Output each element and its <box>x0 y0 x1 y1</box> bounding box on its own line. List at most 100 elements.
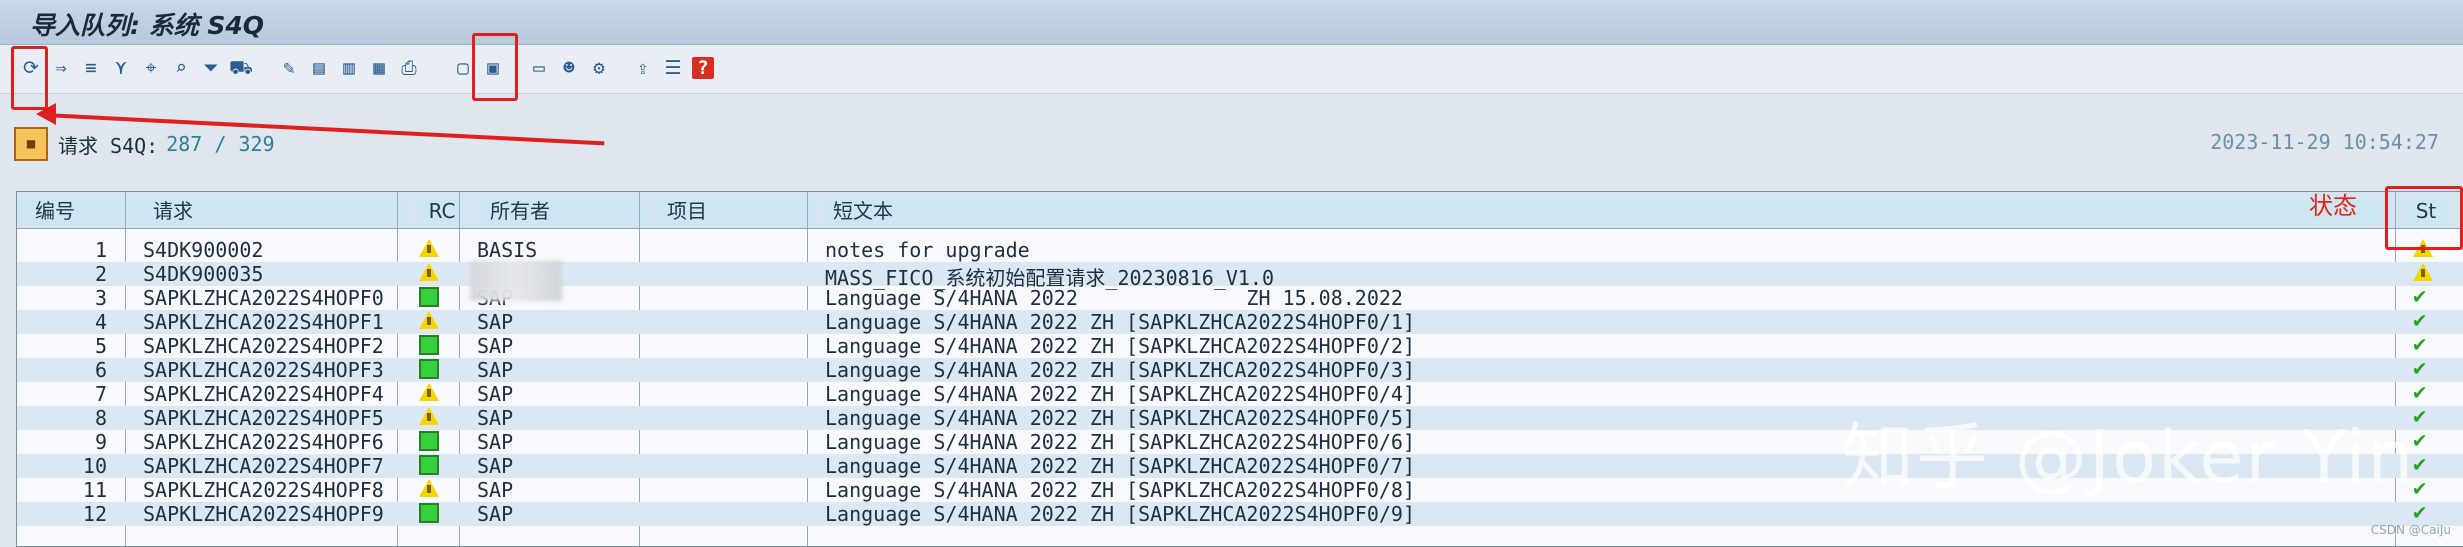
request-id[interactable]: SAPKLZHCA2022S4HOPF2 <box>143 334 384 358</box>
check-icon: ✔ <box>2413 332 2427 357</box>
redaction-blur <box>470 261 562 301</box>
row-number: 11 <box>82 478 107 502</box>
row-number: 12 <box>82 502 107 526</box>
truck-doc-icon[interactable]: ▦ <box>366 55 392 81</box>
short-text: notes for upgrade <box>825 238 1030 262</box>
check-icon: ✔ <box>2413 452 2427 477</box>
check-icon: ✔ <box>2413 404 2427 429</box>
row-number: 1 <box>94 238 107 262</box>
request-id[interactable]: SAPKLZHCA2022S4HOPF1 <box>143 310 384 334</box>
owner: SAP <box>477 406 514 430</box>
row-number: 10 <box>82 454 107 478</box>
help-icon[interactable]: ? <box>692 57 714 79</box>
status-ok-icon <box>419 431 439 451</box>
request-id[interactable]: SAPKLZHCA2022S4HOPF6 <box>143 430 384 454</box>
request-id[interactable]: SAPKLZHCA2022S4HOPF9 <box>143 502 384 526</box>
owner: SAP <box>477 310 514 334</box>
request-id[interactable]: SAPKLZHCA2022S4HOPF7 <box>143 454 384 478</box>
table-header: 编号 请求 RC 所有者 项目 短文本 St <box>17 192 2463 229</box>
request-summary: ■ 请求 S4Q: 287 / 329 <box>14 126 275 162</box>
check-icon: ✔ <box>2413 356 2427 381</box>
request-id[interactable]: SAPKLZHCA2022S4HOPF5 <box>143 406 384 430</box>
status-ok-icon <box>419 455 439 475</box>
edit-icon[interactable]: ✎ <box>276 55 302 81</box>
check-icon: ✔ <box>2413 308 2427 333</box>
request-id[interactable]: S4DK900035 <box>143 262 263 286</box>
table-row[interactable]: 4 SAPKLZHCA2022S4HOPF1 SAP Language S/4HANA… <box>17 310 2463 334</box>
table-row[interactable]: 6 SAPKLZHCA2022S4HOPF3 SAP Language S/4HANA… <box>17 358 2463 382</box>
status-annotation: 状态 <box>2309 192 2357 220</box>
header-project[interactable]: 项目 <box>657 199 817 223</box>
request-id[interactable]: SAPKLZHCA2022S4HOPF0 <box>143 286 384 310</box>
request-id[interactable]: S4DK900002 <box>143 238 263 262</box>
header-owner[interactable]: 所有者 <box>480 199 650 223</box>
import-icon[interactable]: ⇒ <box>48 55 74 81</box>
warning-icon <box>419 407 439 425</box>
truck-icon[interactable]: ⛟ <box>228 55 254 81</box>
row-number: 3 <box>94 286 107 310</box>
print-icon[interactable]: ⎙ <box>396 55 422 81</box>
status-warning-icon <box>2413 263 2435 283</box>
short-text: Language S/4HANA 2022 ZH [SAPKLZHCA2022S… <box>825 406 1416 430</box>
funnel-icon[interactable]: ⏷ <box>198 55 224 81</box>
short-text: Language S/4HANA 2022 ZH [SAPKLZHCA2022S… <box>825 358 1416 382</box>
transport-icon[interactable]: ≡ <box>78 55 104 81</box>
monitor-icon[interactable]: ▭ <box>526 55 552 81</box>
refresh-highlight-box <box>11 46 48 110</box>
status-ok-icon <box>419 503 439 523</box>
row-number: 9 <box>94 430 107 454</box>
transport-highlight-box <box>472 33 518 101</box>
watermark: 知乎 @Joker Yin <box>1842 415 2416 499</box>
list-icon[interactable]: ☰ <box>660 55 686 81</box>
doc-list-icon[interactable]: ▥ <box>336 55 362 81</box>
status-ok-icon <box>419 359 439 379</box>
request-id[interactable]: SAPKLZHCA2022S4HOPF3 <box>143 358 384 382</box>
request-id[interactable]: SAPKLZHCA2022S4HOPF8 <box>143 478 384 502</box>
warning-icon <box>419 263 439 281</box>
summary-label: 请求 S4Q: <box>58 133 159 158</box>
search-icon[interactable]: ⌕ <box>168 55 194 81</box>
short-text: Language S/4HANA 2022 ZH [SAPKLZHCA2022S… <box>825 310 1416 334</box>
table-row[interactable]: 3SAPKLZHCA2022S4HOPF0SAPLanguage S/4HANA… <box>17 284 2463 311</box>
title-bar: 导入队列: 系统 S4Q <box>0 0 2463 45</box>
short-text: Language S/4HANA 2022 ZH [SAPKLZHCA2022S… <box>825 430 1416 454</box>
row-number: 7 <box>94 382 107 406</box>
row-number: 6 <box>94 358 107 382</box>
warning-icon <box>419 479 439 497</box>
warning-icon <box>419 311 439 329</box>
filter-icon[interactable]: ⋎ <box>108 55 134 81</box>
table-row[interactable]: 1 S4DK900002 BASIS notes for upgrade <box>17 238 2463 262</box>
owner: SAP <box>477 334 514 358</box>
settings-icon[interactable]: ⚙ <box>586 55 612 81</box>
table-row[interactable]: 12 SAPKLZHCA2022S4HOPF9 SAP Language S/4HAN… <box>17 502 2463 526</box>
annotation-arrow-head <box>36 103 56 125</box>
check-icon: ✔ <box>2413 284 2427 309</box>
select-icon[interactable]: ⌖ <box>138 55 164 81</box>
header-request[interactable]: 请求 <box>143 199 405 223</box>
header-rc[interactable]: RC <box>421 199 463 223</box>
header-short-text[interactable]: 短文本 <box>825 199 2383 223</box>
status-ok-icon <box>419 287 439 307</box>
row-number: 5 <box>94 334 107 358</box>
owner: SAP <box>477 478 514 502</box>
short-text: Language S/4HANA 2022 ZH [SAPKLZHCA2022S… <box>825 502 1416 526</box>
warning-icon <box>419 383 439 401</box>
row-number: 4 <box>94 310 107 334</box>
timestamp: 2023-11-29 10:54:27 <box>2210 130 2439 154</box>
check-icon: ✔ <box>2413 428 2427 453</box>
user-icon[interactable]: ☻ <box>556 55 582 81</box>
status-ok-icon <box>419 335 439 355</box>
warning-icon <box>419 239 439 257</box>
document-icon[interactable]: ▤ <box>306 55 332 81</box>
table-row[interactable]: 5 SAPKLZHCA2022S4HOPF2 SAP Language S/4HANA… <box>17 332 2463 359</box>
table-row[interactable]: 2 S4DK900035 MASS_FICO_系统初始配置请求_20230816_V… <box>17 262 2463 290</box>
summary-count: 287 / 329 <box>166 132 275 156</box>
owner: SAP <box>477 502 514 526</box>
short-text: Language S/4HANA 2022 ZH [SAPKLZHCA2022S… <box>825 454 1416 478</box>
row-number: 8 <box>94 406 107 430</box>
request-id[interactable]: SAPKLZHCA2022S4HOPF4 <box>143 382 384 406</box>
owner: SAP <box>477 382 514 406</box>
request-icon: ■ <box>14 127 48 161</box>
owner: SAP <box>477 454 514 478</box>
export-icon[interactable]: ⇪ <box>630 55 656 81</box>
